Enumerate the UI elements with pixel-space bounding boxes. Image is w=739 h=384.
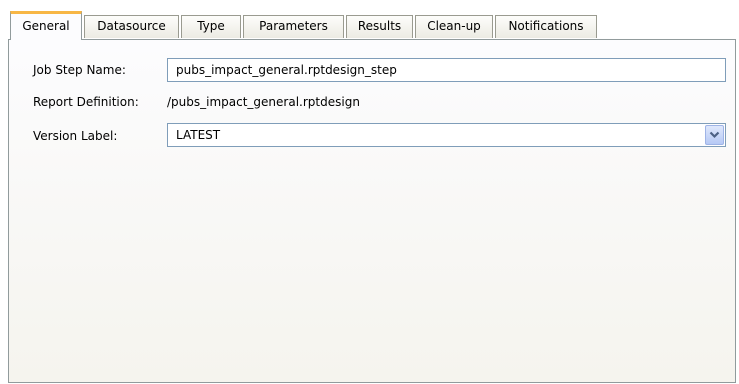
tab-label: Datasource (97, 19, 166, 33)
tab-label: General (22, 19, 70, 33)
version-label-select[interactable]: LATEST (167, 123, 726, 147)
general-panel: Job Step Name: pubs_impact_general.rptde… (8, 39, 736, 383)
job-step-name-label: Job Step Name: (33, 63, 126, 77)
chevron-down-icon[interactable] (705, 125, 724, 145)
job-step-name-field[interactable]: pubs_impact_general.rptdesign_step (167, 58, 726, 82)
version-label-label: Version Label: (33, 129, 118, 143)
tab-label: Parameters (259, 19, 328, 33)
tab-label: Type (197, 19, 225, 33)
report-definition-value: /pubs_impact_general.rptdesign (167, 95, 360, 109)
tab-type[interactable]: Type (181, 15, 241, 38)
version-label-value: LATEST (176, 128, 221, 142)
report-definition-label: Report Definition: (33, 95, 139, 109)
tab-label: Clean-up (427, 19, 481, 33)
tab-general[interactable]: General (10, 11, 82, 40)
tab-notifications[interactable]: Notifications (495, 15, 597, 38)
tab-label: Notifications (508, 19, 584, 33)
tab-parameters[interactable]: Parameters (243, 15, 344, 38)
tab-datasource[interactable]: Datasource (84, 15, 179, 38)
tab-clean-up[interactable]: Clean-up (415, 15, 493, 38)
tab-label: Results (357, 19, 402, 33)
tab-results[interactable]: Results (346, 15, 413, 38)
tab-strip: General Datasource Type Parameters Resul… (0, 0, 739, 40)
